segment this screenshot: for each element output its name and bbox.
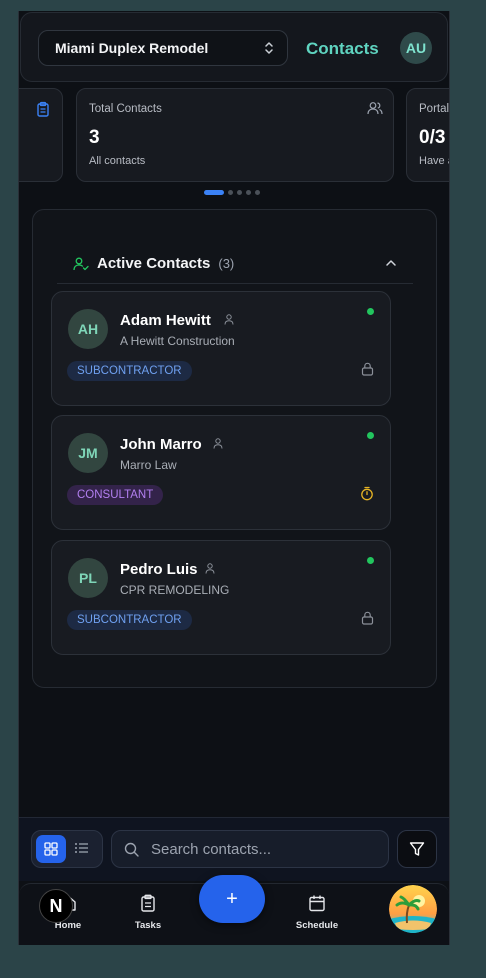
clipboard-icon (141, 894, 155, 912)
contact-name: John Marro (120, 436, 202, 453)
nav-tasks[interactable]: Tasks (118, 894, 178, 931)
contact-card[interactable]: AH Adam Hewitt A Hewitt Construction SUB… (51, 291, 391, 406)
stat-card-portal[interactable]: Portal 0/3 Have a (406, 88, 450, 182)
grid-view-button[interactable] (36, 835, 66, 863)
timer-icon[interactable] (360, 486, 374, 501)
contact-avatar: PL (68, 558, 108, 598)
role-badge: CONSULTANT (67, 485, 164, 505)
add-button[interactable]: + (199, 875, 265, 923)
search-input[interactable] (151, 840, 371, 858)
active-contacts-header[interactable]: Active Contacts (3) (57, 244, 413, 284)
chevron-up-down-icon (265, 42, 273, 54)
view-toggle (31, 830, 103, 868)
nav-label: Tasks (134, 920, 162, 931)
project-selector[interactable]: Miami Duplex Remodel (38, 30, 288, 66)
list-view-icon[interactable] (74, 840, 90, 856)
stat-card-previous[interactable] (19, 88, 63, 182)
lock-icon[interactable] (361, 611, 374, 625)
filter-icon (409, 842, 425, 856)
contact-card[interactable]: JM John Marro Marro Law CONSULTANT (51, 415, 391, 530)
person-icon (205, 563, 215, 574)
app-screen: Miami Duplex Remodel Contacts AU Total C… (18, 11, 450, 945)
search-field[interactable] (111, 830, 389, 868)
nav-label: Home (54, 920, 82, 931)
contact-card[interactable]: PL Pedro Luis CPR REMODELING SUBCONTRACT… (51, 540, 391, 655)
search-icon (124, 842, 139, 857)
carousel-dot[interactable] (246, 190, 251, 195)
contact-name: Pedro Luis (120, 561, 198, 578)
clipboard-icon (37, 101, 49, 117)
contact-company: Marro Law (120, 458, 177, 472)
online-indicator (367, 557, 374, 564)
carousel-dot[interactable] (237, 190, 242, 195)
grid-icon (44, 842, 58, 856)
stat-card-total-contacts[interactable]: Total Contacts 3 All contacts (76, 88, 394, 182)
calendar-icon (309, 895, 325, 912)
filter-button[interactable] (397, 830, 437, 868)
role-badge: SUBCONTRACTOR (67, 361, 192, 381)
stat-label: Total Contacts (89, 103, 162, 115)
role-badge: SUBCONTRACTOR (67, 610, 192, 630)
user-avatar[interactable]: AU (400, 32, 432, 64)
stat-subtext: Have a (419, 155, 449, 167)
stat-label: Portal (419, 103, 450, 115)
stat-subtext: All contacts (89, 155, 146, 167)
stat-value: 0/3 (419, 127, 446, 148)
online-indicator (367, 308, 374, 315)
contact-avatar: JM (68, 433, 108, 473)
top-header: Miami Duplex Remodel Contacts AU (20, 12, 448, 82)
contact-avatar: AH (68, 309, 108, 349)
section-title: Active Contacts (97, 255, 211, 272)
nav-schedule[interactable]: Schedule (287, 894, 347, 931)
page-title: Contacts (306, 39, 379, 58)
user-check-icon (73, 257, 89, 270)
contact-name: Adam Hewitt (120, 312, 211, 329)
nav-label: Schedule (295, 920, 339, 931)
project-name: Miami Duplex Remodel (55, 40, 209, 56)
search-toolbar (19, 817, 449, 881)
users-icon (367, 102, 383, 115)
carousel-dot[interactable] (255, 190, 260, 195)
online-indicator (367, 432, 374, 439)
beach-avatar-icon (389, 885, 437, 933)
carousel-indicator (204, 190, 260, 195)
profile-avatar[interactable] (389, 885, 437, 933)
person-icon (213, 438, 223, 449)
app-logo-button[interactable]: N (39, 889, 73, 923)
contact-company: A Hewitt Construction (120, 334, 235, 348)
chevron-up-icon[interactable] (385, 257, 397, 269)
person-icon (224, 314, 234, 325)
stat-value: 3 (89, 127, 100, 148)
carousel-dot[interactable] (204, 190, 224, 195)
lock-icon[interactable] (361, 362, 374, 376)
carousel-dot[interactable] (228, 190, 233, 195)
section-count: (3) (218, 256, 235, 271)
contact-company: CPR REMODELING (120, 583, 230, 597)
